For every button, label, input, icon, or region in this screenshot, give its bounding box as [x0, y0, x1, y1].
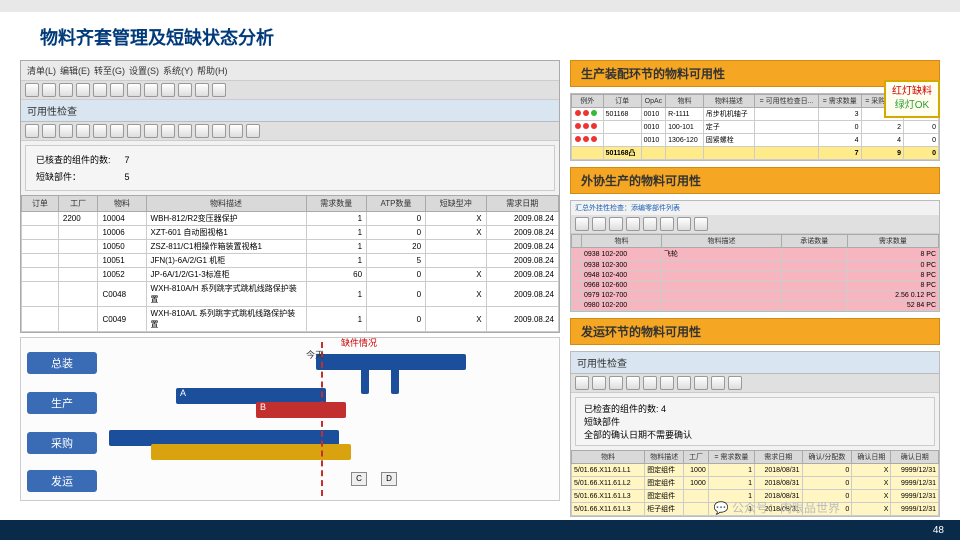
toolbar-button[interactable] [42, 124, 56, 138]
shortage-label: 缺件情况 [341, 336, 377, 349]
menu-list[interactable]: 清单(L) [27, 64, 56, 77]
legend-box: 红灯缺料绿灯OK [884, 80, 940, 118]
phase-production: 生产 [27, 392, 97, 414]
phase-ship: 发运 [27, 470, 97, 492]
toolbar-2 [21, 122, 559, 141]
marker-c: C [351, 472, 367, 486]
menu-edit[interactable]: 编辑(E) [60, 64, 90, 77]
page-number: 48 [933, 525, 944, 536]
toolbar-button[interactable] [110, 124, 124, 138]
footer-bar: 48 [0, 520, 960, 540]
toolbar-button[interactable] [178, 124, 192, 138]
toolbar-button[interactable] [195, 83, 209, 97]
toolbar-button[interactable] [195, 124, 209, 138]
toolbar-button[interactable] [59, 83, 73, 97]
toolbar-button[interactable] [59, 124, 73, 138]
menu-settings[interactable]: 设置(S) [129, 64, 159, 77]
sap-main-window: 清单(L) 编辑(E) 转至(G) 设置(S) 系统(Y) 帮助(H) 可用性检… [20, 60, 560, 333]
today-label: 今天 [306, 348, 324, 361]
toolbar-1 [21, 81, 559, 100]
pane-title: 可用性检查 [21, 100, 559, 122]
toolbar-button[interactable] [161, 83, 175, 97]
toolbar-button[interactable] [127, 124, 141, 138]
toolbar-button[interactable] [212, 124, 226, 138]
toolbar-button[interactable] [76, 124, 90, 138]
toolbar-button[interactable] [93, 124, 107, 138]
phase-assembly: 总装 [27, 352, 97, 374]
section-3-grid: 可用性检查 已检查的组件的数: 4短缺部件全部的确认日期不需要确认 物料物料描述… [570, 351, 940, 517]
menu-goto[interactable]: 转至(G) [94, 64, 125, 77]
menu-help[interactable]: 帮助(H) [197, 64, 228, 77]
main-grid[interactable]: 订单工厂物料物料描述 需求数量ATP数量短缺型冲需求日期 220010004WB… [21, 195, 559, 332]
toolbar-button[interactable] [246, 124, 260, 138]
page-title: 物料齐套管理及短缺状态分析 [40, 24, 960, 50]
toolbar-button[interactable] [110, 83, 124, 97]
gantt-chart: 总装 生产 采购 发运 A B 缺件情况 今天 C D [20, 337, 560, 501]
toolbar-button[interactable] [161, 124, 175, 138]
menu-bar[interactable]: 清单(L) 编辑(E) 转至(G) 设置(S) 系统(Y) 帮助(H) [21, 61, 559, 81]
toolbar-button[interactable] [178, 83, 192, 97]
watermark: 💬 公众号：肉眼品世界 [714, 499, 840, 516]
marker-d: D [381, 472, 397, 486]
phase-purchase: 采购 [27, 432, 97, 454]
toolbar-button[interactable] [93, 83, 107, 97]
section-2-grid: 汇总外挂性检查：添编零部件列表 物料物料描述承诺数量需求数量 0938 102-… [570, 200, 940, 312]
section-2-header: 外协生产的物料可用性 [570, 167, 940, 194]
toolbar-button[interactable] [42, 83, 56, 97]
toolbar-button[interactable] [212, 83, 226, 97]
toolbar-button[interactable] [144, 83, 158, 97]
toolbar-button[interactable] [25, 124, 39, 138]
toolbar-button[interactable] [229, 124, 243, 138]
menu-system[interactable]: 系统(Y) [163, 64, 193, 77]
toolbar-button[interactable] [76, 83, 90, 97]
toolbar-button[interactable] [25, 83, 39, 97]
summary-box: 已核查的组件的数:7 短缺部件：5 [25, 145, 555, 191]
toolbar-button[interactable] [144, 124, 158, 138]
section-3-header: 发运环节的物料可用性 [570, 318, 940, 345]
toolbar-button[interactable] [127, 83, 141, 97]
